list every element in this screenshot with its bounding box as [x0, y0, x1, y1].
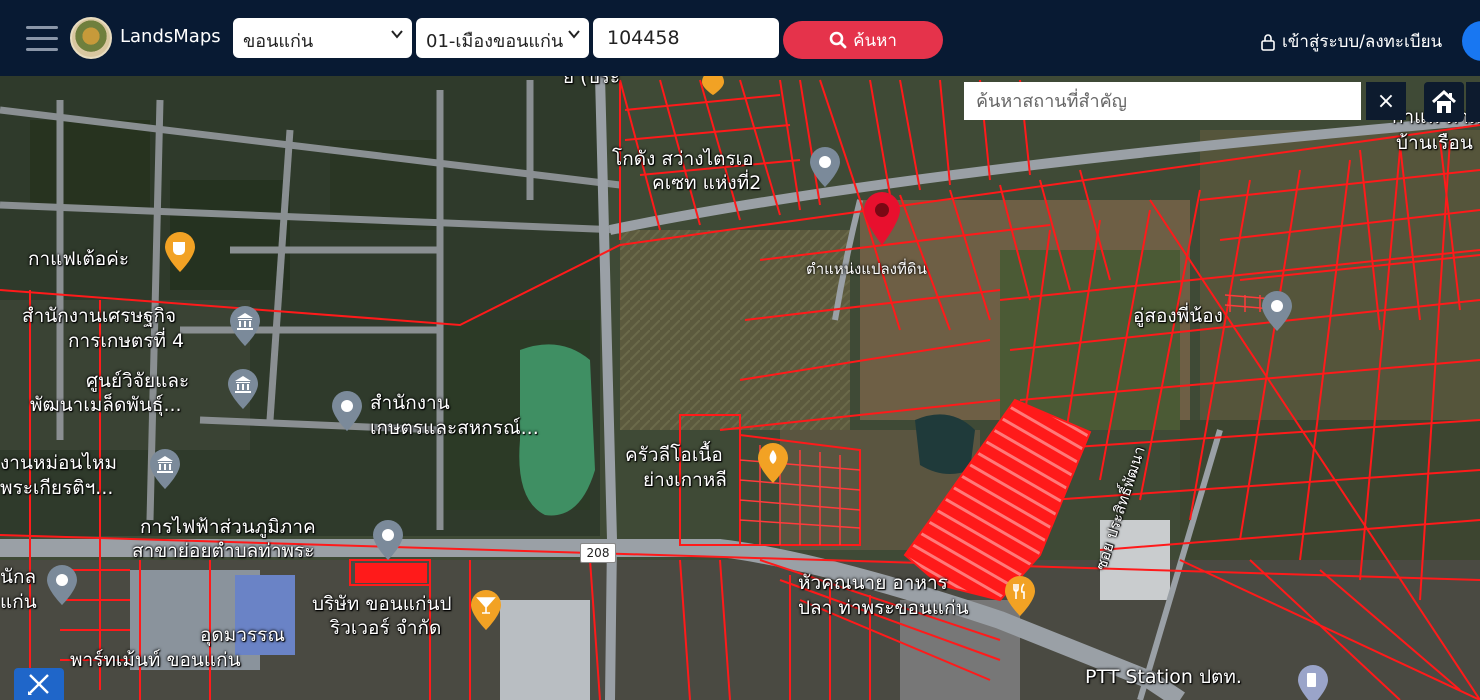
government-pin-icon[interactable] [148, 448, 182, 490]
restaurant-pin-icon[interactable] [756, 442, 790, 484]
map-label-office-economics-1: สำนักงานเศรษฐกิจ [22, 305, 177, 327]
login-label: เข้าสู่ระบบ/ลงทะเบียน [1282, 32, 1443, 52]
map-label-riverview-2: ริวเวอร์ จำกัด [330, 617, 442, 639]
map-label-left-2: แก่น [0, 591, 37, 613]
place-pin-icon[interactable] [330, 390, 364, 432]
map-label-top-cut: ย (ประ [563, 76, 621, 88]
map-label-food-2: ปลา ท่าพระขอนแก่น [798, 597, 969, 619]
district-select[interactable]: 01-เมืองขอนแก่น [416, 18, 589, 58]
map-label-kitchen-1: ครัวลีโอเนื้อ [625, 444, 723, 466]
map-label-office-economics-2: การเกษตรที่ 4 [68, 330, 185, 352]
map-label-coop-office-2: เกษตรและสหกรณ์... [370, 417, 539, 439]
cafe-pin-icon[interactable] [700, 76, 726, 96]
map-label-warehouse-2: คเซท แห่งที่2 [652, 172, 762, 194]
map-label-seed-center-1: ศูนย์วิจัยและ [86, 370, 190, 392]
map-label-right-cut-2: บ้านเรือน [1396, 132, 1473, 154]
parcel-marker-caption: ตำแหน่งแปลงที่ดิน [806, 260, 927, 278]
landsmaps-logo-seal [70, 17, 112, 59]
cafe-pin-icon[interactable] [163, 231, 197, 273]
map-view[interactable]: ย (ประ กาแฟ ดาดา บ้านเรือน โกดัง สว่างไต… [0, 76, 1480, 700]
map-label-warehouse-1: โกดัง สว่างไตรเอ [612, 148, 754, 170]
district-select-value: 01-เมืองขอนแก่น [426, 31, 564, 52]
map-label-uzong: อู่สองพี่น้อง [1133, 305, 1223, 327]
province-select-value: ขอนแก่น [243, 31, 314, 52]
government-pin-icon[interactable] [226, 368, 260, 410]
parcel-number-input[interactable] [593, 18, 779, 58]
chevron-down-icon [391, 30, 403, 39]
map-label-plant-unit-1: งานหม่อนไหม [0, 452, 117, 474]
search-button[interactable]: ค้นหา [783, 21, 943, 59]
province-select[interactable]: ขอนแก่น [233, 18, 412, 58]
restaurant-pin-icon[interactable] [1003, 575, 1037, 617]
map-label-apartment-1: อุดมวรรณ [200, 624, 285, 646]
home-icon [1431, 89, 1457, 113]
top-navbar: LandsMaps ขอนแก่น 01-เมืองขอนแก่น ค้นหา … [0, 0, 1480, 76]
clear-search-button[interactable]: × [1366, 82, 1406, 120]
map-label-food-1: หัวคณนาย อาหาร [798, 572, 948, 594]
parcel-location-marker-icon[interactable] [861, 190, 903, 246]
route-208-shield: 208 [580, 543, 616, 563]
map-label-pea-1: การไฟฟ้าส่วนภูมิภาค [140, 516, 316, 538]
government-pin-icon[interactable] [228, 305, 262, 347]
map-label-plant-unit-2: พระเกียรติฯ... [0, 477, 114, 499]
map-label-coop-office-1: สำนักงาน [370, 392, 450, 414]
measure-tool-button[interactable] [14, 668, 64, 700]
chevron-down-icon [568, 30, 580, 39]
place-pin-icon[interactable] [45, 564, 79, 606]
ruler-pencil-icon [28, 674, 49, 695]
map-label-riverview-1: บริษัท ขอนแก่นป [312, 593, 452, 615]
layers-button[interactable] [1466, 82, 1480, 122]
gas-station-pin-icon[interactable] [1296, 664, 1330, 700]
menu-icon[interactable] [26, 26, 58, 52]
lock-icon [1261, 33, 1275, 51]
bar-pin-icon[interactable] [469, 589, 503, 631]
place-pin-icon[interactable] [808, 146, 842, 188]
place-search-input[interactable] [964, 82, 1361, 120]
help-button[interactable] [1462, 21, 1480, 61]
map-label-cafe: กาแฟเต้อค่ะ [28, 248, 130, 270]
map-label-seed-center-2: พัฒนาเมล็ดพันธุ์... [30, 394, 182, 416]
search-icon [829, 31, 847, 49]
map-label-apartment-2: พาร์ทเม้นท์ ขอนแก่น [70, 649, 241, 671]
place-pin-icon[interactable] [1260, 290, 1294, 332]
close-icon: × [1376, 88, 1396, 114]
map-label-kitchen-2: ย่างเกาหลี [643, 469, 727, 491]
place-pin-icon[interactable] [371, 519, 405, 561]
map-label-left-1: นักล [0, 566, 37, 588]
map-label-ptt: PTT Station ปตท. [1085, 666, 1242, 688]
map-label-pea-2: สาขาย่อยตำบลท่าพระ [132, 540, 315, 562]
search-button-label: ค้นหา [853, 30, 897, 51]
home-button[interactable] [1424, 82, 1464, 122]
login-link[interactable]: เข้าสู่ระบบ/ลงทะเบียน [1260, 28, 1442, 55]
brand-name: LandsMaps [120, 26, 221, 47]
